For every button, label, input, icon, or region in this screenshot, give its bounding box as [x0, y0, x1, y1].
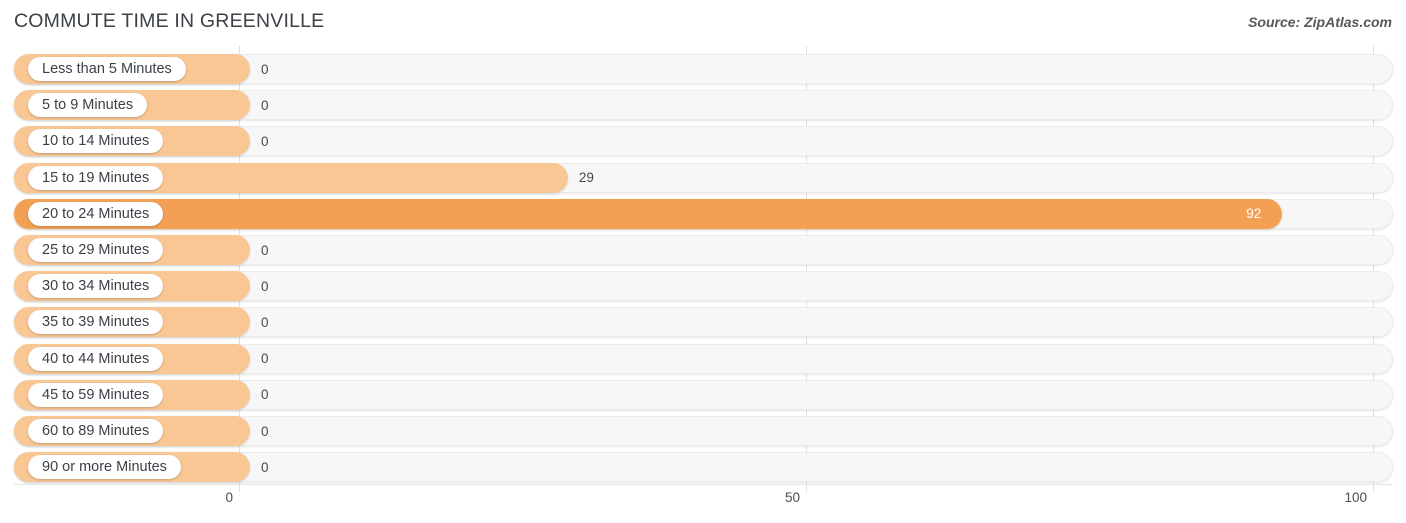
bar-value-label: 29 [578, 170, 594, 186]
bar-value-label: 0 [261, 278, 269, 294]
bar[interactable] [14, 198, 1283, 229]
bar-value-label: 0 [261, 314, 269, 330]
bar-value-label: 0 [261, 97, 269, 113]
bar-rows: Less than 5 Minutes 0 5 to 9 Minutes 0 10 to… [0, 46, 1406, 484]
bar-row[interactable]: Less than 5 Minutes 0 [14, 54, 1393, 84]
bar-value-label: 0 [261, 242, 269, 258]
bar-label-pill: 30 to 34 Minutes [28, 274, 164, 299]
bar-label-text: 10 to 14 Minutes [42, 133, 150, 150]
bar-label-pill: Less than 5 Minutes [28, 57, 186, 81]
chart-header: COMMUTE TIME IN GREENVILLE Source: ZipAt… [0, 0, 1406, 46]
bar-value-label: 0 [261, 61, 269, 77]
axis-tick-label: 100 [1344, 490, 1367, 505]
bar-label-pill: 20 to 24 Minutes [28, 201, 164, 226]
source-attribution: Source: ZipAtlas.com [1248, 14, 1392, 30]
bar-label-pill: 5 to 9 Minutes [28, 93, 148, 118]
bar-label-pill: 40 to 44 Minutes [28, 346, 164, 371]
bar-label-text: 40 to 44 Minutes [42, 350, 150, 367]
bar-row[interactable]: 5 to 9 Minutes 0 [14, 90, 1393, 121]
bar-label-pill: 10 to 14 Minutes [28, 129, 164, 154]
bar-row[interactable]: 30 to 34 Minutes 0 [14, 271, 1393, 302]
bar-value-label: 0 [261, 459, 269, 475]
axis-tick-label: 50 [784, 490, 800, 505]
bar-row[interactable]: 90 or more Minutes 0 [14, 452, 1393, 483]
axis-line [14, 484, 1393, 485]
axis-tick-mark [239, 484, 240, 492]
bar-row[interactable]: 25 to 29 Minutes 0 [14, 235, 1393, 265]
bar-label-text: 45 to 59 Minutes [42, 386, 150, 403]
bar-value-label: 0 [261, 387, 269, 403]
bar-row[interactable]: 40 to 44 Minutes 0 [14, 343, 1393, 374]
axis-tick-mark [1373, 484, 1374, 492]
bar-label-text: 15 to 19 Minutes [42, 169, 150, 186]
bar-label-text: Less than 5 Minutes [42, 61, 172, 77]
page-title: COMMUTE TIME IN GREENVILLE [14, 10, 325, 32]
bar-label-text: 90 or more Minutes [42, 459, 167, 476]
bar-row[interactable]: 35 to 39 Minutes 0 [14, 307, 1393, 338]
bar-row[interactable]: 45 to 59 Minutes 0 [14, 379, 1393, 410]
bar-row[interactable]: 15 to 19 Minutes 29 [14, 162, 1393, 193]
bar-label-pill: 35 to 39 Minutes [28, 310, 164, 335]
bar-label-text: 30 to 34 Minutes [42, 278, 150, 295]
bar-label-text: 25 to 29 Minutes [42, 242, 150, 258]
bar-value-label: 0 [261, 351, 269, 367]
bar-row[interactable]: 10 to 14 Minutes 0 [14, 126, 1393, 157]
bar-label-pill: 25 to 29 Minutes [28, 238, 164, 262]
bar-label-pill: 15 to 19 Minutes [28, 165, 164, 190]
bar-value-label: 0 [261, 133, 269, 149]
chart-plot-area: Less than 5 Minutes 0 5 to 9 Minutes 0 10 to… [0, 46, 1406, 484]
bar-row[interactable]: 20 to 24 Minutes 92 [14, 198, 1393, 229]
bar-row[interactable]: 60 to 89 Minutes 0 [14, 416, 1393, 446]
axis-tick-mark [806, 484, 807, 492]
bar-label-pill: 45 to 59 Minutes [28, 382, 164, 407]
axis-tick-label: 0 [225, 490, 233, 505]
bar-label-pill: 90 or more Minutes [28, 455, 181, 480]
bar-value-label: 0 [261, 423, 269, 439]
bar-label-text: 60 to 89 Minutes [42, 423, 150, 439]
bar-label-text: 5 to 9 Minutes [42, 97, 134, 114]
bar-value-label: 92 [1246, 206, 1262, 222]
x-axis: 0 50 100 [0, 484, 1406, 523]
bar-label-text: 20 to 24 Minutes [42, 205, 150, 222]
bar-label-pill: 60 to 89 Minutes [28, 419, 164, 443]
bar-label-text: 35 to 39 Minutes [42, 314, 150, 331]
